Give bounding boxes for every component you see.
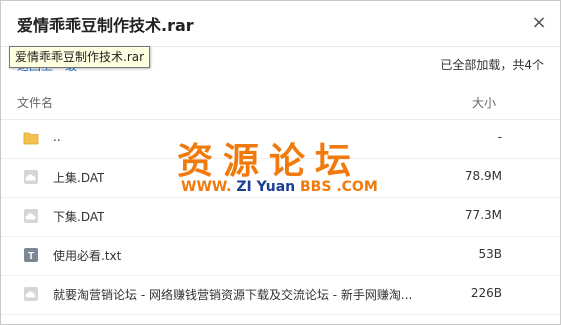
watermark-url-www: WWW.: [181, 179, 232, 195]
watermark-url-com: .COM: [336, 179, 378, 195]
file-list-header: 文件名 大小: [1, 86, 560, 120]
file-size: 77.3M: [464, 208, 502, 222]
dialog-header: 爱情乖乖豆制作技术.rar ×: [1, 1, 560, 47]
column-header-name[interactable]: 文件名: [17, 94, 53, 111]
file-name[interactable]: 下集.DAT: [53, 208, 104, 225]
generic-file-icon: [23, 169, 39, 185]
file-size: -: [497, 130, 502, 144]
close-icon[interactable]: ×: [529, 13, 549, 33]
generic-file-icon: [23, 286, 39, 302]
load-status-text: 已全部加载，共4个: [440, 58, 544, 72]
file-name[interactable]: ..: [53, 130, 61, 144]
generic-file-icon: [23, 208, 39, 224]
folder-icon: [23, 130, 39, 146]
file-name[interactable]: 上集.DAT: [53, 169, 104, 186]
file-name[interactable]: 就要淘营销论坛 - 网络赚钱营销资源下载及交流论坛 - 新手网赚淘...: [53, 286, 412, 303]
dialog-title: 爱情乖乖豆制作技术.rar: [17, 16, 194, 35]
file-size: 53B: [478, 247, 502, 261]
file-preview-dialog: 爱情乖乖豆制作技术.rar × 爱情乖乖豆制作技术.rar 返回上一级 已全部加…: [0, 0, 561, 325]
file-name[interactable]: 使用必看.txt: [53, 247, 121, 264]
filename-tooltip: 爱情乖乖豆制作技术.rar: [9, 46, 151, 68]
text-file-icon: T: [23, 247, 39, 263]
watermark-chinese: 资源论坛: [177, 140, 362, 182]
column-header-size[interactable]: 大小: [472, 94, 496, 111]
file-row[interactable]: 下集.DAT 77.3M: [1, 197, 560, 237]
watermark-url-yuan: Yuan: [256, 179, 296, 195]
svg-text:T: T: [28, 251, 34, 262]
file-size: 78.9M: [464, 169, 502, 183]
file-row[interactable]: 就要淘营销论坛 - 网络赚钱营销资源下载及交流论坛 - 新手网赚淘... 226B: [1, 275, 560, 315]
file-row[interactable]: T 使用必看.txt 53B: [1, 236, 560, 276]
watermark-url: WWW. ZI Yuan BBS .COM: [181, 179, 378, 195]
watermark: 资源论坛 WWW. ZI Yuan BBS .COM: [177, 132, 387, 202]
watermark-url-bbs: BBS: [300, 179, 332, 195]
file-size: 226B: [470, 286, 502, 300]
watermark-url-zi: ZI: [236, 179, 252, 195]
